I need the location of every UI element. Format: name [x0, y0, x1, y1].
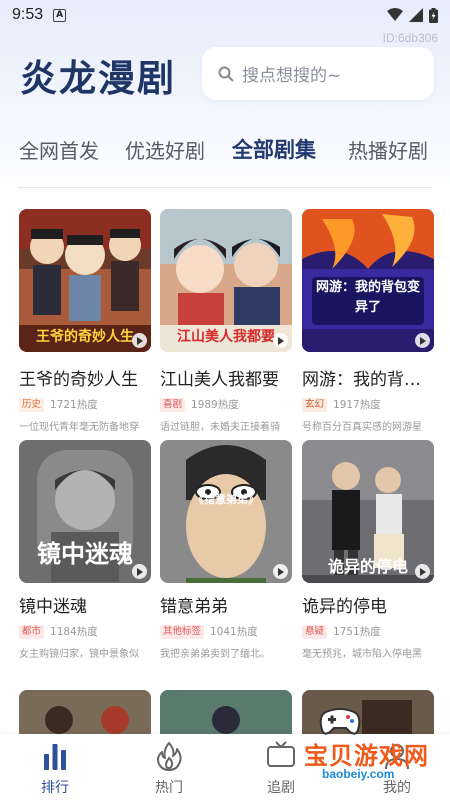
- watermark-text: 宝贝游戏网: [304, 742, 429, 770]
- nav-hot[interactable]: 热门: [124, 734, 214, 800]
- heat-count: 1721热度: [50, 399, 98, 411]
- genre-tag: 其他标签: [160, 624, 205, 639]
- play-icon: [415, 333, 430, 348]
- flame-icon: [157, 742, 182, 771]
- search-placeholder: 搜点想搜的~: [242, 66, 342, 86]
- drama-thumbnail: 王爷的奇妙人生: [19, 209, 151, 352]
- search-icon: [218, 66, 234, 81]
- drama-description: 号称百分百真实感的网游星: [302, 422, 422, 433]
- tab-all-series[interactable]: 全部剧集: [232, 134, 316, 164]
- thumbnail-title: 江山美人我都要: [177, 329, 275, 345]
- genre-tag: 历史: [19, 397, 45, 412]
- tab-hot[interactable]: 热播好剧: [348, 135, 428, 164]
- status-time: 9:53: [12, 6, 44, 23]
- genre-tag: 喜剧: [160, 397, 186, 412]
- watermark-url: baobeiy.com: [322, 767, 395, 781]
- drama-thumbnail: 网游：我的背包变异了: [302, 209, 434, 352]
- play-icon: [132, 564, 147, 579]
- drama-card-preview[interactable]: [160, 690, 292, 734]
- search-input[interactable]: 搜点想搜的~: [202, 47, 434, 100]
- drama-title: 错意弟弟: [160, 597, 228, 617]
- nav-hot-label: 热门: [155, 780, 183, 796]
- bar-chart-icon: [44, 744, 66, 770]
- drama-title: 王爷的奇妙人生: [19, 370, 138, 390]
- notification-icon: A: [53, 8, 67, 22]
- heat-count: 1751热度: [333, 626, 381, 638]
- nav-rank-label: 排行: [41, 780, 69, 796]
- thumbnail-title: 王爷的奇妙人生: [36, 329, 134, 345]
- battery-icon: [429, 7, 438, 23]
- thumbnail-title: 诡异的停电: [327, 557, 408, 576]
- heat-count: 1917热度: [333, 399, 381, 411]
- drama-description: 一位现代青年毫无防备地穿: [19, 422, 139, 433]
- status-icons: [387, 7, 438, 23]
- status-bar: 9:53 A: [0, 0, 450, 30]
- wifi-icon: [387, 8, 403, 21]
- play-icon: [273, 564, 288, 579]
- next-row-preview: [0, 690, 450, 734]
- drama-card[interactable]: 江山美人我都要 江山美人我都要 喜剧 1989热度 语过链胆，未婚夫正接着骑: [160, 209, 292, 433]
- nav-rank[interactable]: 排行: [10, 734, 100, 800]
- drama-thumbnail: 镜中迷魂: [19, 440, 151, 583]
- drama-title: 网游：我的背…: [302, 370, 421, 390]
- app-title: 炎龙漫剧: [20, 57, 176, 100]
- thumbnail-title: 镜中迷魂: [37, 540, 133, 568]
- drama-title: 江山美人我都要: [160, 370, 279, 390]
- heat-count: 1989热度: [191, 399, 239, 411]
- tabs-divider: [18, 187, 432, 188]
- drama-card[interactable]: 网游：我的背包变异了 网游：我的背… 玄幻 1917热度 号称百分百真实感的网游…: [302, 209, 434, 433]
- drama-card-preview[interactable]: [19, 690, 151, 734]
- drama-title: 诡异的停电: [302, 597, 387, 617]
- tab-first-release[interactable]: 全网首发: [19, 135, 99, 164]
- device-id: ID:6db306: [382, 31, 438, 45]
- drama-thumbnail: 诡异的停电: [302, 440, 434, 583]
- drama-description: 我把亲弟弟卖到了缅北。: [160, 649, 270, 660]
- category-tabs: 全网首发 优选好剧 全部剧集 热播好剧: [0, 132, 450, 168]
- drama-card[interactable]: 《错意弟弟》 错意弟弟 其他标签 1041热度 我把亲弟弟卖到了缅北。: [160, 440, 292, 660]
- drama-card[interactable]: 镜中迷魂 镜中迷魂 都市 1184热度 女主购镜归家，镜中景象似: [19, 440, 151, 660]
- heat-count: 1041热度: [210, 626, 258, 638]
- genre-tag: 都市: [19, 624, 45, 639]
- tab-selected[interactable]: 优选好剧: [125, 135, 205, 164]
- drama-description: 女主购镜归家，镜中景象似: [19, 649, 139, 660]
- thumbnail-title: 网游：我的背包变异了: [315, 280, 420, 315]
- genre-tag: 悬疑: [302, 624, 328, 639]
- play-icon: [132, 333, 147, 348]
- drama-thumbnail: 《错意弟弟》: [160, 440, 292, 583]
- heat-count: 1184热度: [50, 626, 98, 638]
- drama-card[interactable]: 诡异的停电 诡异的停电 悬疑 1751热度 毫无预兆，城市陷入停电黑: [302, 440, 434, 660]
- drama-description: 语过链胆，未婚夫正接着骑: [160, 422, 280, 433]
- thumbnail-title: 《错意弟弟》: [193, 493, 259, 506]
- gamepad-icon: [319, 708, 361, 735]
- play-icon: [273, 333, 288, 348]
- drama-card[interactable]: 王爷的奇妙人生 王爷的奇妙人生 历史 1721热度 一位现代青年毫无防备地穿: [19, 209, 151, 433]
- play-icon: [415, 564, 430, 579]
- drama-thumbnail: 江山美人我都要: [160, 209, 292, 352]
- drama-title: 镜中迷魂: [19, 597, 87, 617]
- signal-icon: [409, 8, 423, 22]
- site-watermark: 宝贝游戏网 baobeiy.com: [270, 708, 450, 800]
- genre-tag: 玄幻: [302, 397, 328, 412]
- drama-description: 毫无预兆，城市陷入停电黑: [302, 649, 422, 660]
